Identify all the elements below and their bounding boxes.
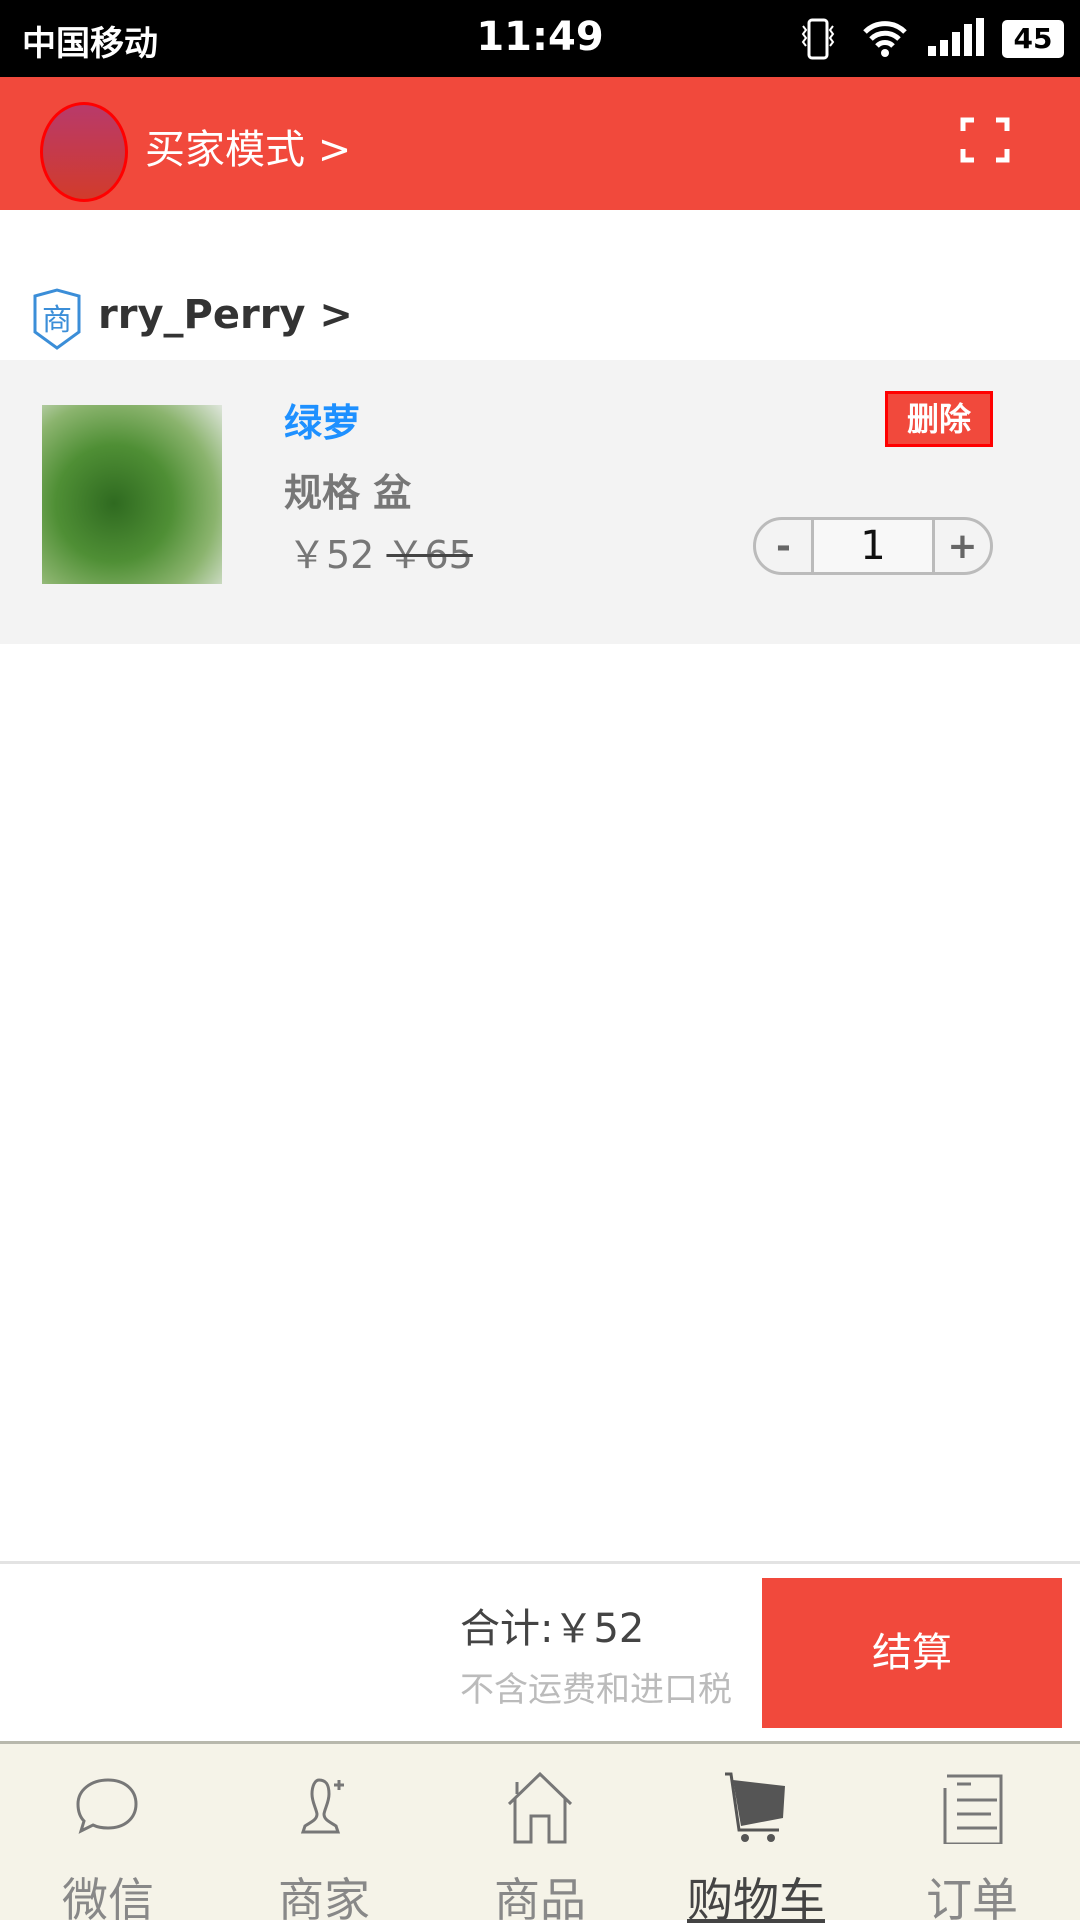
delete-button[interactable]: 删除 — [885, 391, 993, 447]
tab-orders[interactable]: 订单 — [864, 1744, 1080, 1927]
tab-cart[interactable]: 购物车 — [648, 1744, 864, 1927]
original-price: ￥65 — [386, 533, 473, 577]
price: ￥52 ￥65 — [288, 524, 473, 579]
tab-bar: 微信 商家 商品 购物车 订单 — [0, 1741, 1080, 1927]
wifi-icon — [863, 21, 907, 57]
shipping-note: 不含运费和进口税 — [460, 1670, 732, 1710]
product-spec: 规格 盆 — [284, 471, 412, 515]
merchant-icon — [300, 1778, 344, 1834]
buyer-mode-link[interactable]: 买家模式 > — [145, 117, 351, 175]
tab-label: 商家 — [278, 1873, 370, 1927]
orders-icon — [943, 1774, 1003, 1844]
product-name[interactable]: 绿萝 — [284, 392, 360, 447]
avatar[interactable] — [40, 102, 128, 202]
scan-icon[interactable] — [960, 117, 1010, 163]
tab-label: 购物车 — [687, 1873, 825, 1927]
increase-button[interactable]: + — [932, 520, 990, 572]
chat-icon — [76, 1778, 138, 1834]
quantity-input[interactable]: 1 — [814, 520, 932, 572]
current-price: ￥52 — [288, 533, 375, 577]
svg-text:商: 商 — [42, 303, 72, 338]
app-header: 买家模式 > — [0, 77, 1080, 210]
clock: 11:49 — [476, 14, 604, 60]
battery-icon: 45 — [1002, 20, 1064, 58]
cart-icon — [725, 1772, 785, 1842]
quantity-stepper: - 1 + — [753, 517, 993, 575]
home-icon — [507, 1772, 573, 1844]
signal-icon — [928, 18, 984, 56]
status-bar: 中国移动 11:49 45 — [0, 0, 1080, 77]
tab-products[interactable]: 商品 — [432, 1744, 648, 1927]
tab-wechat[interactable]: 微信 — [0, 1744, 216, 1927]
decrease-button[interactable]: - — [756, 520, 814, 572]
tab-merchant[interactable]: 商家 — [216, 1744, 432, 1927]
tab-label: 微信 — [62, 1873, 154, 1927]
shop-badge-icon: 商 — [33, 288, 81, 350]
tab-label: 订单 — [926, 1873, 1018, 1927]
divider — [0, 1561, 1080, 1564]
vibrate-icon — [801, 18, 835, 60]
total-price: 合计:￥52 — [460, 1606, 645, 1652]
cart-item: 绿萝 规格 盆 ￥52 ￥65 删除 - 1 + — [0, 360, 1080, 644]
product-image[interactable] — [42, 405, 222, 584]
shop-name-link[interactable]: rry_Perry > — [98, 292, 353, 338]
tab-label: 商品 — [494, 1873, 586, 1927]
checkout-button[interactable]: 结算 — [762, 1578, 1062, 1728]
